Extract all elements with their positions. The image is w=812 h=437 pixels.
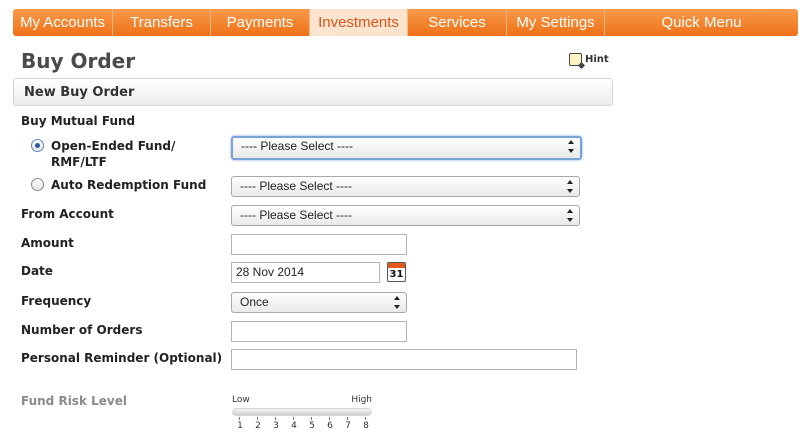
hint-icon [569, 53, 582, 66]
nav-quick-menu[interactable]: Quick Menu [605, 9, 798, 36]
page-title: Buy Order [21, 49, 136, 73]
date-input[interactable]: 28 Nov 2014 [231, 262, 380, 283]
fund-risk-level-label: Fund Risk Level [21, 394, 127, 408]
risk-track [232, 408, 372, 416]
personal-reminder-label: Personal Reminder (Optional) [21, 351, 223, 365]
open-ended-fund-label: Open-Ended Fund/ RMF/LTF [51, 138, 175, 170]
chevron-updown-icon [568, 140, 575, 153]
calendar-icon-number: 31 [389, 269, 404, 280]
risk-tick: 1 [235, 417, 245, 431]
frequency-label: Frequency [21, 294, 92, 308]
auto-redemption-fund-radio[interactable] [31, 178, 44, 191]
amount-input[interactable] [231, 234, 407, 255]
from-account-label: From Account [21, 207, 114, 221]
frequency-select[interactable]: Once [231, 292, 407, 313]
buy-mutual-fund-label: Buy Mutual Fund [21, 114, 136, 128]
personal-reminder-input[interactable] [231, 349, 577, 370]
risk-tick: 3 [271, 417, 281, 431]
nav-transfers[interactable]: Transfers [113, 9, 211, 36]
risk-tick: 8 [361, 417, 371, 431]
amount-label: Amount [21, 236, 74, 250]
fund-risk-slider: Low High 1 2 3 4 5 6 7 8 [232, 395, 374, 435]
risk-low-label: Low [232, 395, 250, 405]
date-label: Date [21, 264, 53, 278]
auto-redemption-fund-label: Auto Redemption Fund [51, 178, 207, 192]
risk-tick: 7 [343, 417, 353, 431]
nav-my-accounts[interactable]: My Accounts [13, 9, 113, 36]
from-account-select-value: ---- Please Select ---- [240, 208, 353, 222]
risk-tick: 2 [253, 417, 263, 431]
main-nav: My Accounts Transfers Payments Investmen… [13, 9, 798, 36]
auto-redemption-fund-select[interactable]: ---- Please Select ---- [231, 176, 580, 197]
risk-tick: 6 [325, 417, 335, 431]
number-of-orders-label: Number of Orders [21, 323, 143, 337]
open-ended-label-line2: RMF/LTF [51, 155, 107, 169]
chevron-updown-icon [567, 209, 574, 222]
risk-tick: 4 [289, 417, 299, 431]
auto-redemption-select-value: ---- Please Select ---- [240, 179, 353, 193]
nav-my-settings[interactable]: My Settings [507, 9, 605, 36]
open-ended-fund-select[interactable]: ---- Please Select ---- [231, 136, 582, 160]
from-account-select[interactable]: ---- Please Select ---- [231, 205, 580, 226]
frequency-select-value: Once [240, 295, 269, 309]
risk-tick: 5 [307, 417, 317, 431]
nav-services[interactable]: Services [408, 9, 507, 36]
chevron-updown-icon [567, 180, 574, 193]
section-title: New Buy Order [24, 85, 135, 100]
number-of-orders-input[interactable] [231, 321, 407, 342]
open-ended-fund-select-value: ---- Please Select ---- [241, 139, 354, 153]
open-ended-label-line1: Open-Ended Fund/ [51, 139, 176, 153]
open-ended-fund-radio[interactable] [31, 139, 44, 152]
hint-label: Hint [585, 54, 609, 65]
calendar-icon[interactable]: 31 [387, 262, 406, 282]
nav-investments[interactable]: Investments [310, 9, 408, 36]
risk-ticks: 1 2 3 4 5 6 7 8 [235, 417, 371, 431]
hint-button[interactable]: Hint [569, 53, 609, 66]
nav-payments[interactable]: Payments [211, 9, 310, 36]
risk-high-label: High [351, 395, 372, 405]
chevron-updown-icon [394, 296, 401, 309]
section-header: New Buy Order [13, 78, 613, 106]
